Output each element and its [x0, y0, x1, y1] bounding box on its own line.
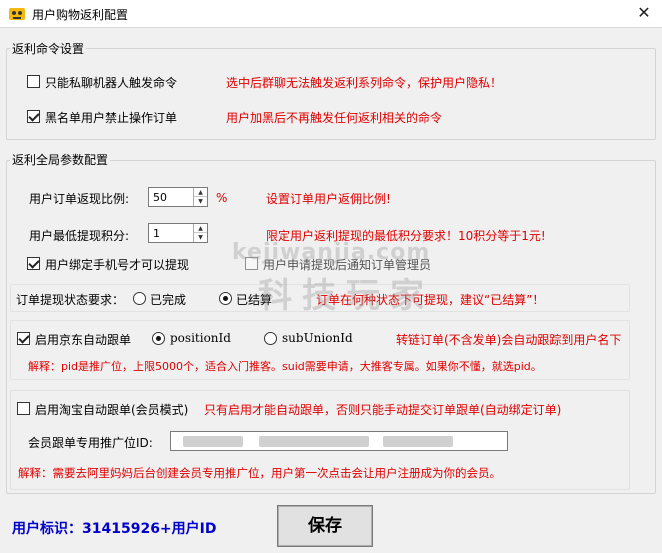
- taobao-pid-label: 会员跟单专用推广位ID:: [28, 436, 153, 450]
- withdraw-status-label: 订单提现状态要求：: [16, 293, 125, 307]
- min-points-stepper[interactable]: 1 ▲ ▼: [148, 223, 208, 243]
- redacted-value: [383, 436, 453, 447]
- phone-bind-label[interactable]: 用户绑定手机号才可以提现: [45, 256, 189, 273]
- withdraw-completed-label[interactable]: 已完成: [150, 291, 186, 308]
- private-only-checkbox[interactable]: [27, 75, 40, 88]
- min-points-value: 1: [153, 227, 160, 240]
- blacklist-label[interactable]: 黑名单用户禁止操作订单: [45, 109, 177, 126]
- spin-down-icon[interactable]: ▼: [194, 233, 207, 242]
- jd-hint: 转链订单(不含发单)会自动跟踪到用户名下: [396, 333, 622, 347]
- jd-explain: 解释：pid是推广位，上限5000个，适合入门推客。suid需要申请，大推客专属…: [28, 360, 542, 373]
- jd-positionid-label[interactable]: positionId: [170, 331, 231, 345]
- user-id-text: 用户标识：31415926+用户ID: [12, 521, 217, 537]
- spin-up-icon[interactable]: ▲: [194, 188, 207, 197]
- jd-enable-label[interactable]: 启用京东自动跟单: [35, 331, 131, 348]
- redacted-value: [183, 436, 243, 447]
- order-ratio-label: 用户订单返现比例:: [29, 192, 130, 206]
- spin-down-icon[interactable]: ▼: [194, 197, 207, 206]
- order-ratio-spin-buttons[interactable]: ▲ ▼: [193, 188, 207, 206]
- jd-subunionid-label[interactable]: subUnionId: [282, 331, 353, 345]
- private-only-hint: 选中后群聊无法触发返利系列命令，保护用户隐私！: [226, 76, 503, 90]
- window-title: 用户购物返利配置: [32, 8, 129, 22]
- order-ratio-value: 50: [153, 191, 167, 204]
- app-icon: [9, 8, 25, 20]
- rebate-command-group-title: 返利命令设置: [10, 40, 87, 57]
- title-bar: 用户购物返利配置 ✕: [0, 0, 662, 28]
- close-icon[interactable]: ✕: [626, 0, 662, 28]
- taobao-hint: 只有启用才能自动跟单，否则只能手动提交订单跟单(自动绑定订单): [204, 403, 562, 417]
- jd-positionid-radio[interactable]: [152, 332, 165, 345]
- save-button[interactable]: 保存: [277, 505, 373, 547]
- order-ratio-unit: %: [216, 191, 228, 205]
- withdraw-settled-radio[interactable]: [219, 292, 232, 305]
- jd-enable-checkbox[interactable]: [17, 332, 30, 345]
- phone-bind-checkbox[interactable]: [27, 257, 40, 270]
- blacklist-checkbox[interactable]: [27, 110, 40, 123]
- order-ratio-stepper[interactable]: 50 ▲ ▼: [148, 187, 208, 207]
- blacklist-hint: 用户加黑后不再触发任何返利相关的命令: [226, 111, 443, 125]
- redacted-value: [259, 436, 369, 447]
- taobao-enable-label[interactable]: 启用淘宝自动跟单(会员模式): [35, 401, 188, 418]
- jd-subunionid-radio[interactable]: [264, 332, 277, 345]
- order-ratio-hint: 设置订单用户返佣比例!: [266, 192, 391, 206]
- min-points-label: 用户最低提现积分:: [29, 229, 130, 243]
- watermark-text: 科技玩家: [258, 276, 434, 316]
- taobao-enable-checkbox[interactable]: [17, 402, 30, 415]
- taobao-pid-input[interactable]: [170, 431, 508, 451]
- min-points-spin-buttons[interactable]: ▲ ▼: [193, 224, 207, 242]
- private-only-label[interactable]: 只能私聊机器人触发命令: [45, 74, 177, 91]
- global-params-group-title: 返利全局参数配置: [10, 151, 111, 168]
- spin-up-icon[interactable]: ▲: [194, 224, 207, 233]
- watermark-text: kejiwanjia.com: [232, 240, 431, 265]
- taobao-explain: 解释：需要去阿里妈妈后台创建会员专用推广位，用户第一次点击会让用户注册成为你的会…: [18, 466, 501, 480]
- withdraw-completed-radio[interactable]: [133, 292, 146, 305]
- rebate-command-group: [6, 48, 656, 140]
